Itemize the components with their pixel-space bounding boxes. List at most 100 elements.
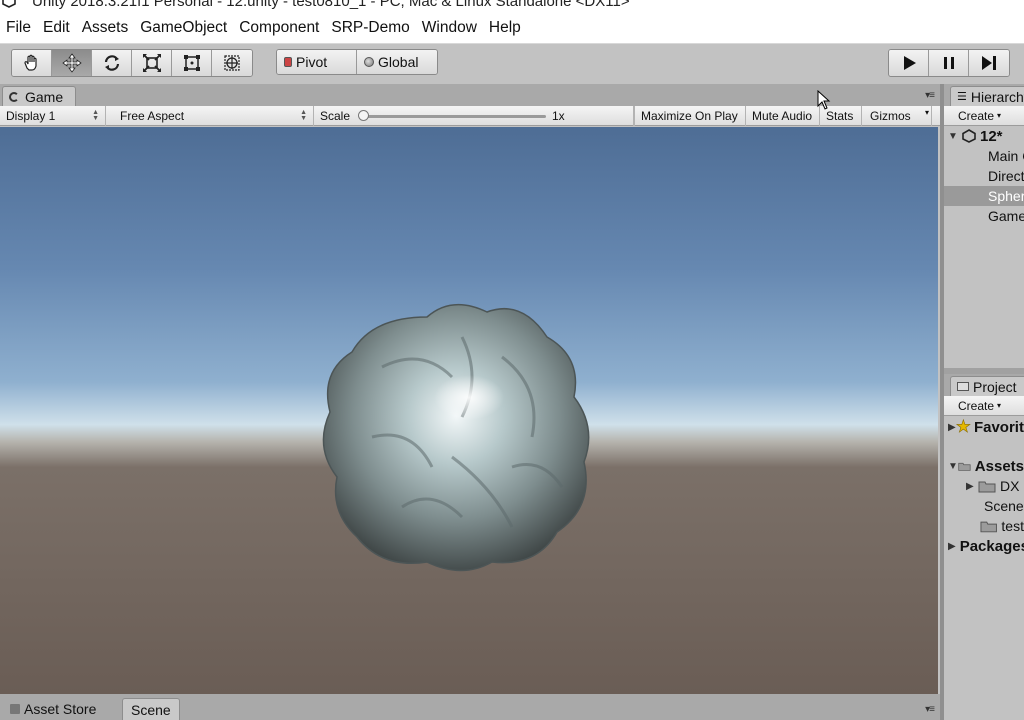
game-tab-row: Game ▾≡ (0, 84, 940, 106)
hierarchy-create-dropdown[interactable]: Create ▾ (944, 106, 1024, 126)
list-icon: ☰ (957, 91, 967, 103)
chevron-down-icon: ▾ (997, 111, 1002, 120)
menu-srp-demo[interactable]: SRP-Demo (325, 19, 415, 37)
mouse-cursor-icon (817, 90, 831, 110)
folder-icon (978, 481, 996, 492)
global-label: Global (378, 54, 419, 70)
aspect-value: Free Aspect (120, 109, 185, 123)
project-create-label: Create (958, 398, 995, 413)
menu-component[interactable]: Component (233, 19, 325, 37)
tab-game[interactable]: Game (2, 86, 76, 106)
panel-menu-icon[interactable]: ▾≡ (925, 704, 935, 715)
scale-tool-button[interactable] (132, 50, 172, 76)
chevron-down-icon: ▾ (997, 401, 1002, 410)
hierarchy-item-selected[interactable]: Sphere (944, 186, 1024, 206)
pivot-icon (284, 57, 292, 67)
updown-arrow-icon: ▲ ▼ (92, 109, 99, 122)
mute-audio-toggle[interactable]: Mute Audio (746, 106, 820, 126)
rock-sphere-render (322, 303, 590, 572)
maximize-on-play-label: Maximize On Play (641, 109, 738, 123)
scale-value: 1x (552, 109, 565, 123)
favorites-label: Favorites (973, 418, 1024, 436)
move-arrows-icon (61, 53, 82, 73)
menu-file[interactable]: File (0, 19, 37, 37)
hierarchy-item[interactable]: Directional Light (944, 166, 1024, 186)
step-button[interactable] (969, 50, 1009, 76)
rotate-icon (104, 55, 119, 71)
hierarchy-item-label: Main Camera (988, 148, 1024, 164)
pause-button[interactable] (929, 50, 969, 76)
transform-tool-button[interactable] (212, 50, 252, 76)
maximize-on-play-toggle[interactable]: Maximize On Play (634, 106, 746, 126)
rect-transform-icon (183, 55, 200, 71)
hierarchy-item-label: Sphere (988, 188, 1024, 204)
rotate-tool-button[interactable] (92, 50, 132, 76)
packages-label: Packages (959, 537, 1024, 555)
project-tab-row: Project (944, 374, 1024, 396)
stats-label: Stats (826, 109, 854, 123)
scale-slider-track[interactable] (362, 115, 546, 118)
hierarchy-item-label: GameObject (988, 208, 1024, 224)
project-create-dropdown[interactable]: Create ▾ (944, 396, 1024, 416)
rect-tool-button[interactable] (172, 50, 212, 76)
project-folder[interactable]: Scenes (944, 496, 1024, 516)
chevron-down-icon: ▾ (924, 108, 929, 117)
folder-icon (957, 382, 969, 391)
pivot-button[interactable]: Pivot (277, 50, 357, 74)
tab-hierarchy[interactable]: ☰ Hierarchy (950, 86, 1024, 106)
expand-arrow-icon: ▶ (948, 421, 956, 433)
game-viewport[interactable] (0, 127, 938, 694)
folder-label: Scenes (984, 498, 1024, 514)
project-folder[interactable]: ▶ DX (944, 476, 1024, 496)
move-tool-button[interactable] (52, 50, 92, 76)
display-dropdown[interactable]: Display 1 ▲ ▼ (0, 106, 106, 126)
project-folder[interactable]: test (944, 516, 1024, 536)
menu-gameobject[interactable]: GameObject (134, 19, 233, 37)
store-icon (10, 704, 20, 714)
aspect-dropdown[interactable]: Free Aspect ▲ ▼ (114, 106, 314, 126)
hierarchy-item[interactable]: Main Camera (944, 146, 1024, 166)
tab-asset-store[interactable]: Asset Store (2, 698, 104, 720)
assets-label: Assets (974, 457, 1024, 475)
folder-label: DX (1000, 478, 1020, 494)
menu-help[interactable]: Help (483, 19, 527, 37)
project-packages[interactable]: ▶ Packages (944, 536, 1024, 556)
game-controller-icon (9, 91, 19, 102)
project-favorites[interactable]: ▶ ★ Favorites (944, 417, 1024, 437)
hand-tool-button[interactable] (12, 50, 52, 76)
scale-slider-handle[interactable] (358, 110, 369, 121)
transform-tools (11, 49, 253, 77)
scene-name: 12* (980, 127, 1003, 145)
play-controls (888, 49, 1010, 77)
menu-edit[interactable]: Edit (37, 19, 76, 37)
expand-arrow-icon: ▶ (948, 540, 956, 552)
menu-window[interactable]: Window (416, 19, 483, 37)
tab-game-label: Game (25, 88, 64, 105)
folder-label: test (1001, 518, 1024, 534)
project-assets[interactable]: ▼ Assets (944, 456, 1024, 476)
hierarchy-tab-row: ☰ Hierarchy (944, 84, 1024, 106)
menu-assets[interactable]: Assets (76, 19, 135, 37)
hierarchy-item[interactable]: GameObject (944, 206, 1024, 226)
combined-transform-icon (224, 55, 240, 71)
gizmos-dropdown[interactable]: Gizmos ▾ (864, 106, 932, 126)
panel-menu-icon[interactable]: ▾≡ (925, 90, 935, 101)
global-button[interactable]: Global (357, 50, 437, 74)
tab-project[interactable]: Project (950, 376, 1024, 396)
tab-scene[interactable]: Scene (122, 698, 180, 720)
main-toolbar: Pivot Global (0, 44, 1024, 84)
folder-icon (980, 521, 997, 532)
expand-arrow-icon: ▼ (948, 130, 958, 142)
menu-bar: File Edit Assets GameObject Component SR… (0, 12, 1024, 44)
hierarchy-scene-row[interactable]: ▼ 12* (944, 126, 1024, 146)
folder-icon (958, 462, 971, 471)
scale-icon (142, 54, 161, 72)
unity-scene-icon (962, 129, 976, 143)
hierarchy-item-label: Directional Light (988, 168, 1024, 184)
mute-audio-label: Mute Audio (752, 109, 813, 123)
pivot-label: Pivot (296, 54, 328, 70)
hierarchy-create-label: Create (958, 108, 995, 123)
play-button[interactable] (889, 50, 929, 76)
gizmos-label: Gizmos (870, 109, 911, 123)
game-view-panel: Game ▾≡ Display 1 ▲ ▼ Free Aspect ▲ ▼ Scal… (0, 84, 940, 694)
